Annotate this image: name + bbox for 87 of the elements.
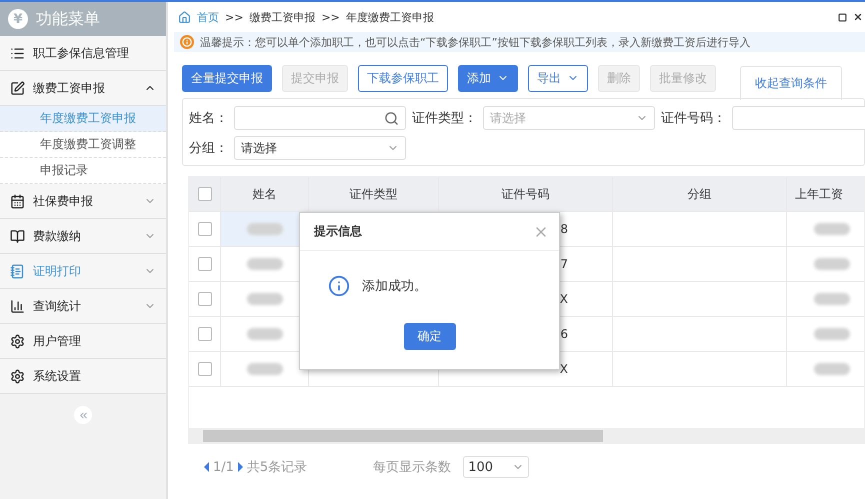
page-size-label: 每页显示条数 (373, 459, 452, 476)
checkbox[interactable] (198, 187, 212, 201)
submenu-item[interactable]: 申报记录 (0, 158, 166, 184)
search-field[interactable] (234, 106, 406, 130)
sidebar-title: 功能菜单 (36, 8, 100, 30)
select-field[interactable]: 请选择 (234, 136, 406, 160)
book-icon (10, 228, 25, 244)
previous-page-icon[interactable] (204, 462, 209, 472)
info-icon (328, 275, 350, 297)
gear-icon (10, 368, 25, 384)
filter-label: 姓名： (189, 110, 228, 127)
menu-item[interactable]: 社保费申报 (0, 184, 166, 219)
redacted-salary (814, 223, 850, 235)
column-header: 分组 (688, 186, 712, 202)
toolbar-button[interactable]: 添加 (458, 64, 518, 92)
calendar-icon (10, 194, 25, 208)
toolbar-button[interactable]: 全量提交申报 (182, 64, 272, 92)
breadcrumb-separator: >> (225, 10, 244, 24)
gear-icon (10, 334, 25, 348)
redacted-salary (814, 363, 850, 375)
redacted-name (246, 258, 282, 270)
menu-item[interactable]: 职工参保信息管理 (0, 36, 166, 71)
collapse-sidebar-button[interactable] (74, 406, 92, 424)
menu-item[interactable]: 用户管理 (0, 324, 166, 359)
table-cell: 8 (560, 222, 568, 236)
redacted-salary (814, 293, 850, 305)
edit-icon (10, 80, 25, 96)
warning-icon (180, 35, 194, 49)
table-cell: X (560, 362, 568, 376)
scrollbar-thumb[interactable] (203, 430, 603, 442)
checkbox[interactable] (198, 222, 212, 236)
breadcrumb-link[interactable]: 首页 (197, 10, 219, 24)
menu-item[interactable]: 费款缴纳 (0, 219, 166, 254)
column-header: 证件类型 (350, 186, 398, 202)
checkbox[interactable] (198, 292, 212, 306)
toolbar-button[interactable]: 导出 (528, 64, 588, 92)
collapse-filters-tab[interactable]: 收起查询条件 (740, 66, 842, 100)
notebook-icon (10, 264, 25, 278)
menu-item[interactable]: 证明打印 (0, 254, 166, 289)
redacted-salary (814, 328, 850, 340)
filter-label: 证件号码： (661, 110, 726, 127)
close-icon[interactable] (853, 12, 863, 22)
toolbar-button[interactable]: 提交申报 (282, 64, 348, 92)
menu-item[interactable]: 系统设置 (0, 359, 166, 394)
breadcrumb-item: 年度缴费工资申报 (346, 10, 434, 24)
list-icon (10, 46, 25, 60)
filter-label: 证件类型： (412, 110, 477, 127)
redacted-name (246, 363, 282, 375)
checkbox[interactable] (198, 362, 212, 376)
breadcrumb-item: 缴费工资申报 (249, 10, 316, 24)
redacted-salary (814, 258, 850, 270)
table-cell: X (560, 292, 568, 306)
submenu-item[interactable]: 年度缴费工资申报 (0, 106, 166, 132)
checkbox[interactable] (198, 257, 212, 271)
search-icon (384, 110, 399, 126)
record-count: 共5条记录 (246, 459, 308, 476)
submenu-item[interactable]: 年度缴费工资调整 (0, 132, 166, 158)
toolbar-button[interactable]: 批量修改 (650, 64, 716, 92)
redacted-name (246, 328, 282, 340)
select-field[interactable]: 请选择 (483, 106, 655, 130)
tip-text: 温馨提示：您可以单个添加职工，也可以点击“下载参保职工”按钮下载参保职工列表，录入新缴费工资后进行导入 (200, 34, 750, 50)
menu-item[interactable]: 查询统计 (0, 289, 166, 324)
toolbar-button[interactable]: 删除 (598, 64, 640, 92)
dialog-message: 添加成功。 (362, 278, 427, 295)
yen-logo: ¥ (8, 9, 28, 29)
column-header: 姓名 (252, 186, 276, 202)
redacted-name (246, 223, 282, 235)
next-page-icon[interactable] (238, 462, 243, 472)
redacted-name (246, 293, 282, 305)
page-number: 1/1 (213, 460, 234, 474)
table-cell: 7 (560, 257, 568, 271)
maximize-icon[interactable] (838, 12, 847, 22)
confirm-button[interactable]: 确定 (404, 323, 456, 350)
table-cell: 6 (560, 327, 568, 341)
checkbox[interactable] (198, 327, 212, 341)
horizontal-scrollbar[interactable] (189, 428, 864, 443)
column-header: 上年工资 (795, 186, 843, 202)
double-chevron-icon (78, 410, 88, 420)
dialog-title: 提示信息 (314, 223, 362, 240)
column-header: 证件号码 (502, 186, 550, 202)
breadcrumb-separator: >> (321, 10, 340, 24)
filter-label: 分组： (189, 140, 228, 157)
menu-item[interactable]: 缴费工资申报 (0, 71, 166, 106)
toolbar-button[interactable]: 下载参保职工 (358, 64, 448, 92)
home-icon (178, 10, 191, 24)
chart-icon (10, 298, 25, 314)
page-size-select[interactable]: 100 (463, 456, 530, 478)
